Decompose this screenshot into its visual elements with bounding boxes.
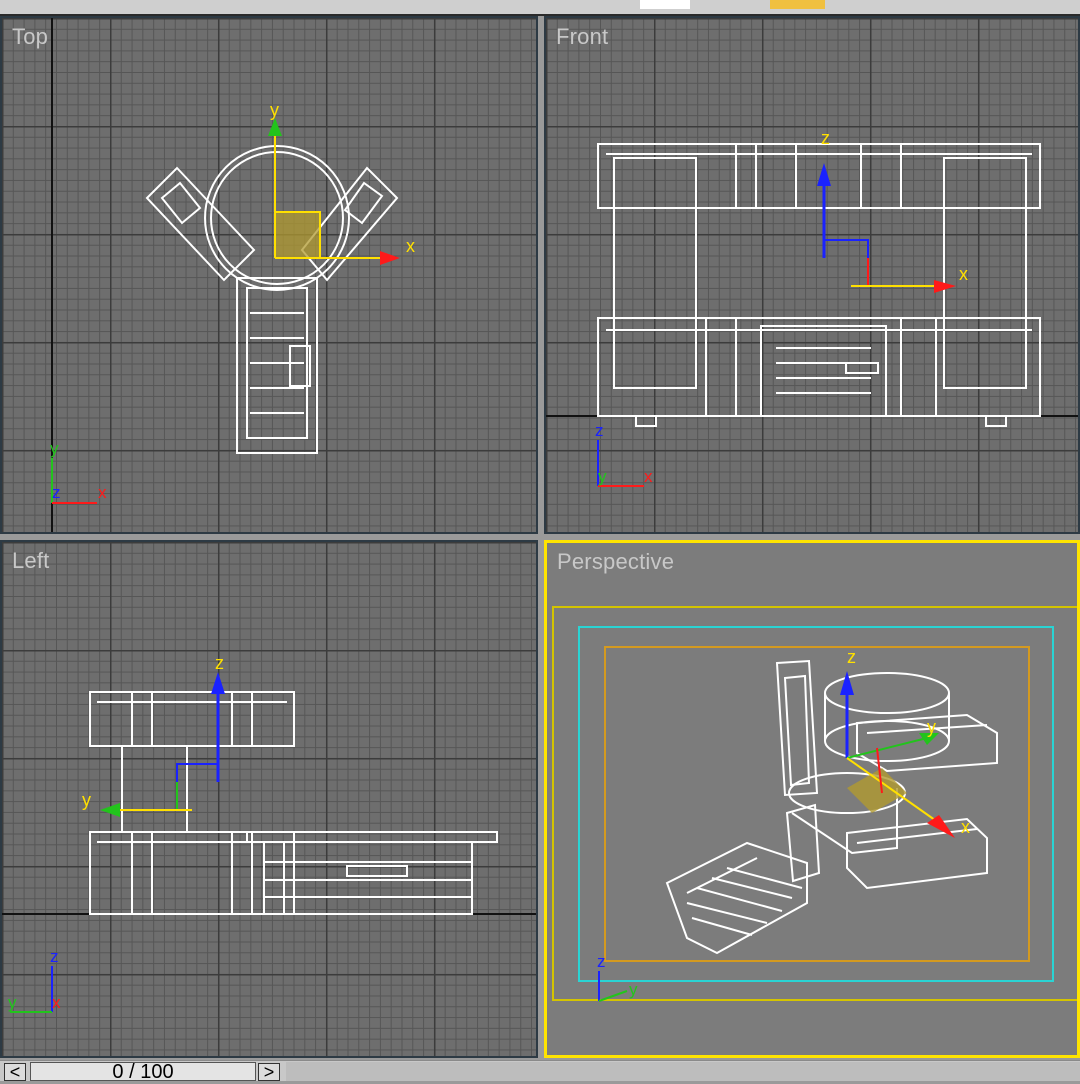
svg-text:z: z [597, 952, 606, 971]
svg-text:x: x [52, 993, 61, 1012]
svg-text:z: z [595, 421, 604, 440]
safe-frame-action [578, 626, 1054, 982]
svg-text:z: z [52, 483, 61, 502]
chevron-left-icon: < [9, 1062, 21, 1082]
svg-text:z: z [847, 647, 856, 667]
viewport-perspective[interactable]: Perspective z y x z y [544, 540, 1080, 1058]
svg-text:y: y [927, 717, 936, 737]
color-swatch-yellow[interactable] [770, 0, 825, 9]
time-next-button[interactable]: > [258, 1063, 280, 1081]
svg-text:z: z [50, 947, 59, 966]
transform-gizmo-left: z y [82, 653, 225, 817]
svg-text:y: y [629, 980, 638, 999]
svg-text:z: z [215, 653, 224, 673]
chevron-right-icon: > [263, 1062, 275, 1082]
svg-text:x: x [961, 817, 970, 837]
svg-text:z: z [821, 128, 830, 148]
axis-tripod-left: z y x [8, 947, 61, 1013]
time-track[interactable] [286, 1062, 1080, 1081]
axis-tripod-front: z y x [595, 421, 653, 487]
time-prev-button[interactable]: < [4, 1063, 26, 1081]
viewport-left[interactable]: Left z y z y x [0, 540, 538, 1058]
svg-text:y: y [82, 790, 91, 810]
axis-tripod-perspective: z y [597, 952, 638, 1002]
viewport-front[interactable]: Front z x z y x [544, 16, 1080, 534]
svg-text:x: x [98, 483, 107, 502]
transform-gizmo-top: y x [268, 100, 415, 265]
svg-text:y: y [8, 993, 17, 1012]
color-swatch-white[interactable] [640, 0, 690, 9]
safe-frame-title [604, 646, 1030, 962]
svg-text:x: x [959, 264, 968, 284]
front-view-wireframe: z x z y x [546, 128, 1078, 487]
svg-text:x: x [406, 236, 415, 256]
svg-text:y: y [598, 467, 607, 486]
transform-gizmo-front: z x [817, 128, 968, 293]
main-toolbar-strip [0, 0, 1080, 16]
safe-frame-outer [552, 606, 1077, 1001]
viewport-top[interactable]: Top y x y z x [0, 16, 538, 534]
time-slider-thumb[interactable]: 0 / 100 [30, 1061, 256, 1083]
svg-text:y: y [270, 100, 279, 120]
svg-text:y: y [50, 439, 59, 458]
left-view-wireframe: z y z y x [2, 653, 536, 1013]
axis-tripod-top: y z x [50, 439, 107, 504]
svg-text:x: x [644, 467, 653, 486]
frame-counter: 0 / 100 [112, 1061, 174, 1083]
perspective-view-wireframe: z y x z y [552, 606, 1077, 1002]
time-slider-bar: < 0 / 100 > [0, 1060, 1080, 1083]
top-view-wireframe: y x y z x [50, 18, 415, 532]
